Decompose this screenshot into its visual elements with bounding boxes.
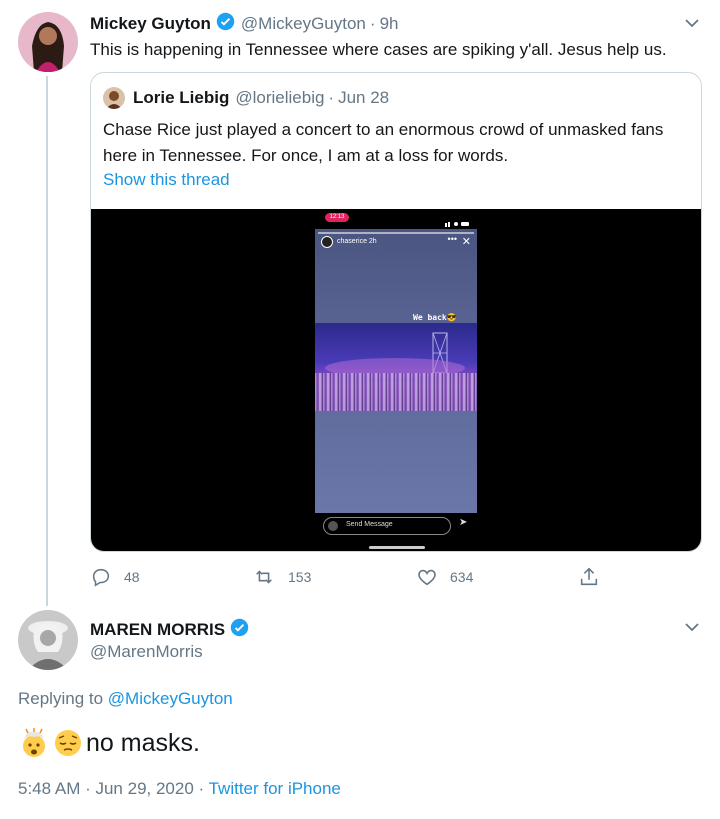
tweet2-meta: 5:48 AM · Jun 29, 2020 · Twitter for iPh… [18, 779, 341, 799]
status-icons [445, 214, 469, 227]
lorie-avatar[interactable] [103, 87, 125, 109]
send-message-bar: Send Message [323, 517, 451, 535]
status-time-pill: 12:13 [325, 213, 349, 222]
like-count: 634 [450, 569, 474, 585]
story-close-icon: ✕ [461, 236, 471, 248]
quote-separator: · [328, 88, 335, 107]
heart-icon [418, 569, 436, 586]
story-more-icon: ••• [447, 234, 457, 244]
reply-count: 48 [124, 569, 140, 585]
tweet1-display-name[interactable]: Mickey Guyton [90, 14, 211, 34]
quote-text: Chase Rice just played a concert to an e… [103, 120, 664, 165]
thread-connector [46, 76, 48, 606]
story-username: chaserice 2h [337, 238, 377, 245]
quote-media-video[interactable]: 12:13 chaserice 2h ••• ✕ We back😎 Send M… [91, 209, 701, 551]
tweet2-timestamp[interactable]: 5:48 AM · Jun 29, 2020 · [18, 779, 204, 798]
pensive-face-emoji-icon [52, 727, 84, 759]
send-message-text: Send Message [346, 521, 393, 528]
status-time: 12:13 [329, 214, 345, 220]
reply-button[interactable]: 48 [90, 566, 140, 588]
like-button[interactable]: 634 [416, 566, 473, 588]
quote-header: Lorie Liebig @lorieliebig · Jun 28 [103, 87, 389, 109]
share-icon [580, 567, 598, 586]
quote-display-name[interactable]: Lorie Liebig [133, 88, 229, 108]
quote-time[interactable]: Jun 28 [338, 88, 389, 108]
direct-send-icon: ➤ [459, 517, 468, 528]
tweet1-text: This is happening in Tennessee where cas… [90, 40, 667, 59]
instagram-story: chaserice 2h ••• ✕ We back😎 [315, 229, 477, 513]
tweet2-display-name[interactable]: MAREN MORRIS [90, 620, 225, 640]
tweet2-body: no masks. [18, 727, 200, 759]
home-indicator [369, 546, 425, 549]
tweet1-separator: · [369, 14, 376, 33]
tweet1-time[interactable]: 9h [380, 14, 399, 34]
tweet2-source-link[interactable]: Twitter for iPhone [209, 779, 341, 798]
quoted-tweet-card[interactable]: Lorie Liebig @lorieliebig · Jun 28 Chase… [90, 72, 702, 552]
tweet1-more-chevron-icon[interactable] [682, 13, 702, 33]
replying-to-line: Replying to @MickeyGuyton [18, 689, 233, 709]
retweet-count: 153 [288, 569, 312, 585]
tweet2-header: MAREN MORRIS [90, 618, 249, 642]
tweet2-handle[interactable]: @MarenMorris [90, 642, 203, 662]
mickey-avatar[interactable] [18, 12, 78, 72]
maren-avatar[interactable] [18, 610, 78, 670]
replying-to-link[interactable]: @MickeyGuyton [108, 689, 233, 708]
quote-handle[interactable]: @lorieliebig [235, 88, 324, 108]
retweet-button[interactable]: 153 [252, 566, 311, 588]
show-thread-link[interactable]: Show this thread [103, 170, 230, 190]
camera-icon [328, 521, 338, 531]
crowd-silhouettes [315, 373, 477, 411]
tweet1-handle[interactable]: @MickeyGuyton [241, 14, 366, 34]
tweet2-more-chevron-icon[interactable] [682, 617, 702, 637]
tweet-action-bar: 48 153 634 [90, 566, 610, 590]
replying-prefix: Replying to [18, 689, 104, 708]
story-user-avatar [321, 236, 333, 248]
reply-icon [92, 568, 110, 587]
verified-icon [216, 12, 235, 36]
tweet2-text: no masks. [86, 728, 200, 757]
exploding-head-emoji-icon [18, 727, 50, 759]
share-button[interactable] [578, 566, 612, 588]
verified-icon [230, 618, 249, 642]
concert-crowd-photo [315, 323, 477, 411]
tweet1-header: Mickey Guyton @MickeyGuyton · 9h [90, 12, 398, 36]
retweet-icon [256, 570, 272, 584]
story-caption: We back😎 [413, 313, 457, 322]
